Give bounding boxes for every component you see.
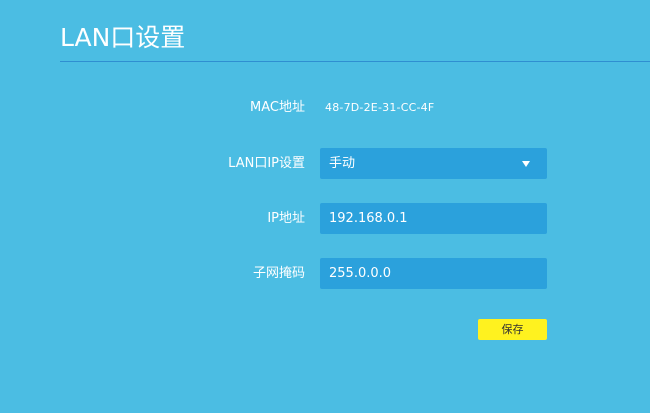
ip-address-field-box [320,203,547,234]
caret-down-icon [522,161,530,167]
page-title: LAN口设置 [60,23,186,52]
lan-ip-mode-select[interactable]: 手动 [320,148,547,179]
subnet-mask-field-box [320,258,547,289]
subnet-mask-input[interactable] [320,258,547,289]
mac-address-row: MAC地址 48-7D-2E-31-CC-4F [0,92,650,124]
lan-ip-mode-selected-value: 手动 [329,156,356,171]
mac-address-label: MAC地址 [250,100,305,115]
lan-ip-mode-row: LAN口IP设置 手动 [0,148,650,180]
ip-address-input[interactable] [320,203,547,234]
mac-address-value: 48-7D-2E-31-CC-4F [325,101,435,114]
subnet-mask-row: 子网掩码 [0,258,650,290]
save-button[interactable]: 保存 [478,319,547,340]
title-divider [60,61,650,62]
ip-address-label: IP地址 [267,211,305,226]
subnet-mask-label: 子网掩码 [252,266,305,281]
ip-address-row: IP地址 [0,203,650,235]
lan-ip-mode-label: LAN口IP设置 [228,156,305,171]
